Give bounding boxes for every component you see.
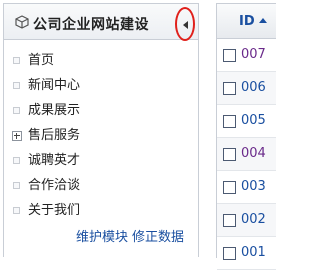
tree-item-after-sales[interactable]: 售后服务	[4, 123, 198, 148]
arrow-left-icon	[183, 21, 188, 29]
tree-node-icon	[13, 207, 20, 214]
table-row[interactable]: 003	[217, 171, 276, 204]
row-checkbox[interactable]	[223, 49, 236, 62]
collapse-panel-button[interactable]	[175, 7, 198, 42]
row-id: 002	[241, 212, 266, 227]
row-id: 003	[241, 179, 266, 194]
column-header-id[interactable]: ID	[239, 14, 267, 29]
tree-node-icon	[13, 182, 20, 189]
tree-item-news[interactable]: 新闻中心	[4, 73, 198, 98]
row-id: 007	[241, 47, 266, 62]
tree-item-label: 诚聘英才	[28, 153, 81, 168]
row-checkbox[interactable]	[223, 214, 236, 227]
row-checkbox[interactable]	[223, 181, 236, 194]
table-row[interactable]: 005	[217, 105, 276, 138]
tree-item-showcase[interactable]: 成果展示	[4, 98, 198, 123]
grid-rows: 007 006 005 004 003 002 001	[217, 39, 276, 270]
tree-item-label: 售后服务	[28, 128, 81, 143]
maintain-module-link[interactable]: 维护模块	[76, 230, 128, 245]
record-grid: ID 007 006 005 004 003 002 001	[216, 3, 276, 270]
row-checkbox[interactable]	[223, 82, 236, 95]
fix-data-link[interactable]: 修正数据	[132, 230, 184, 245]
row-checkbox[interactable]	[223, 148, 236, 161]
table-row[interactable]: 004	[217, 138, 276, 171]
row-id: 005	[241, 113, 266, 128]
tree-item-label: 新闻中心	[28, 78, 81, 93]
tree-item-label: 首页	[28, 53, 55, 68]
module-tree: 首页 新闻中心 成果展示 售后服务 诚聘英才 合作洽谈 关于我们	[4, 48, 198, 223]
tree-item-careers[interactable]: 诚聘英才	[4, 148, 198, 173]
table-row[interactable]: 006	[217, 72, 276, 105]
row-id: 004	[241, 146, 266, 161]
table-row[interactable]: 007	[217, 39, 276, 72]
expand-plus-icon[interactable]	[12, 131, 22, 141]
tree-node-icon	[13, 107, 20, 114]
tree-item-cooperation[interactable]: 合作洽谈	[4, 173, 198, 198]
tree-item-label: 合作洽谈	[28, 178, 81, 193]
tree-node-icon	[13, 82, 20, 89]
sort-ascending-icon	[258, 18, 267, 23]
panel-footer: 维护模块 修正数据	[76, 226, 184, 245]
grid-header: ID	[217, 4, 276, 39]
column-header-label: ID	[239, 14, 255, 29]
table-row[interactable]: 002	[217, 204, 276, 237]
tree-item-home[interactable]: 首页	[4, 48, 198, 73]
table-row[interactable]: 001	[217, 237, 276, 270]
tree-item-label: 成果展示	[28, 103, 81, 118]
panel-title: 公司企业网站建设	[33, 17, 149, 33]
tree-item-label: 关于我们	[28, 203, 81, 218]
panel-header: 公司企业网站建设	[4, 4, 198, 40]
tree-node-icon	[13, 157, 20, 164]
cube-icon	[15, 15, 29, 29]
row-id: 006	[241, 80, 266, 95]
row-id: 001	[241, 245, 266, 260]
module-tree-panel: 公司企业网站建设 首页 新闻中心 成果展示 售后服务 诚聘英才 合作洽谈 关于我…	[3, 3, 199, 257]
tree-node-icon	[13, 57, 20, 64]
row-checkbox[interactable]	[223, 115, 236, 128]
row-checkbox[interactable]	[223, 247, 236, 260]
tree-item-about[interactable]: 关于我们	[4, 198, 198, 223]
